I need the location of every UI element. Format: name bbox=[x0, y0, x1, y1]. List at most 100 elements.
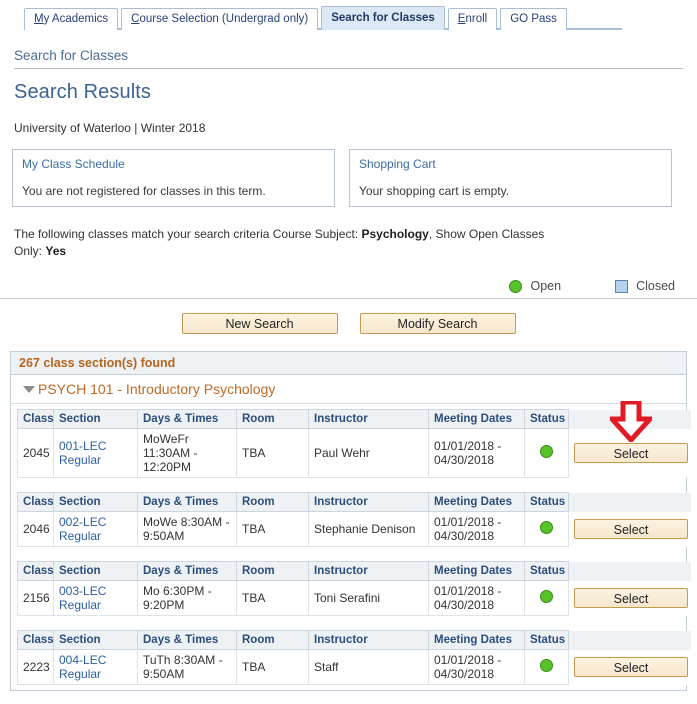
cell-days-times: Mo 6:30PM - 9:20PM bbox=[137, 580, 237, 616]
table-header-row: Class Section Days & Times Room Instructor Me… bbox=[17, 561, 691, 581]
column-header-section: Section bbox=[53, 409, 138, 429]
row-spacer bbox=[17, 547, 680, 556]
table-header-row: Class Section Days & Times Room Instructor Me… bbox=[17, 630, 691, 650]
column-header-section: Section bbox=[53, 630, 138, 650]
tab-enroll[interactable]: Enroll bbox=[447, 8, 498, 30]
status-legend: Open Closed bbox=[0, 274, 697, 298]
criteria-open-only-value: Yes bbox=[45, 244, 67, 258]
cell-room: TBA bbox=[236, 428, 309, 478]
tab-go-pass[interactable]: GO Pass bbox=[500, 8, 567, 30]
collapse-triangle-icon[interactable] bbox=[23, 385, 35, 393]
my-class-schedule-body: You are not registered for classes in th… bbox=[22, 184, 266, 198]
column-header-instructor: Instructor bbox=[308, 492, 429, 512]
shopping-cart-title[interactable]: Shopping Cart bbox=[359, 157, 662, 171]
cell-meeting-dates: 01/01/2018 - 04/30/2018 bbox=[428, 428, 525, 478]
select-button-row-2[interactable]: Select bbox=[574, 519, 688, 539]
table-row: 2046 002-LEC Regular MoWe 8:30AM - 9:50AM TB… bbox=[17, 511, 691, 547]
column-header-instructor: Instructor bbox=[308, 561, 429, 581]
open-status-icon bbox=[540, 659, 553, 672]
cell-status bbox=[524, 511, 569, 547]
section-code-link[interactable]: 003-LEC bbox=[59, 584, 106, 598]
legend-open-label: Open bbox=[530, 279, 562, 293]
select-button-row-1[interactable]: Select bbox=[574, 443, 688, 463]
breadcrumb[interactable]: Search for Classes bbox=[14, 48, 697, 63]
column-header-room: Room bbox=[236, 561, 309, 581]
cell-class-number: 2045 bbox=[17, 428, 54, 478]
column-header-meeting-dates: Meeting Dates bbox=[428, 630, 525, 650]
open-status-icon bbox=[540, 445, 553, 458]
section-table-row-3: Class Section Days & Times Room Instructor Me… bbox=[17, 561, 691, 616]
column-header-days-times: Days & Times bbox=[137, 561, 237, 581]
info-panels: My Class Schedule You are not registered… bbox=[12, 149, 697, 207]
select-button-row-3[interactable]: Select bbox=[574, 588, 688, 608]
criteria-subject-value: Psychology bbox=[361, 227, 429, 241]
column-header-status: Status bbox=[524, 492, 569, 512]
my-class-schedule-panel: My Class Schedule You are not registered… bbox=[12, 149, 335, 207]
modify-search-button[interactable]: Modify Search bbox=[359, 313, 516, 334]
column-header-section: Section bbox=[53, 561, 138, 581]
criteria-prefix: The following classes match your search … bbox=[14, 227, 359, 241]
legend-closed: Closed bbox=[615, 279, 675, 293]
cell-section[interactable]: 002-LEC Regular bbox=[53, 511, 138, 547]
column-header-class: Class bbox=[17, 561, 54, 581]
my-class-schedule-title[interactable]: My Class Schedule bbox=[22, 157, 325, 171]
cell-days-times: MoWe 8:30AM - 9:50AM bbox=[137, 511, 237, 547]
section-table-row-2: Class Section Days & Times Room Instructor Me… bbox=[17, 492, 691, 547]
tab-course-selection-undergrad-only[interactable]: Course Selection (Undergrad only) bbox=[121, 8, 319, 30]
search-action-buttons: New Search Modify Search bbox=[0, 313, 697, 334]
select-button-row-4[interactable]: Select bbox=[574, 657, 688, 677]
section-code-link[interactable]: 004-LEC bbox=[59, 653, 106, 667]
table-header-row: Class Section Days & Times Room Instructor Me… bbox=[17, 492, 691, 512]
column-header-class: Class bbox=[17, 630, 54, 650]
section-tables-wrapper: Class Section Days & Times Room Instructor Me… bbox=[11, 401, 691, 690]
shopping-cart-panel: Shopping Cart Your shopping cart is empt… bbox=[349, 149, 672, 207]
table-row: 2045 001-LEC Regular MoWeFr 11:30AM - 12:20… bbox=[17, 428, 691, 478]
column-header-class: Class bbox=[17, 409, 54, 429]
table-row: 2223 004-LEC Regular TuTh 8:30AM - 9:50AM TB… bbox=[17, 649, 691, 685]
open-status-icon bbox=[509, 279, 523, 293]
cell-room: TBA bbox=[236, 511, 309, 547]
section-type-label: Regular bbox=[59, 453, 102, 467]
cell-status bbox=[524, 649, 569, 685]
cell-section[interactable]: 003-LEC Regular bbox=[53, 580, 138, 616]
column-header-action bbox=[568, 561, 691, 581]
column-header-section: Section bbox=[53, 492, 138, 512]
column-header-action bbox=[568, 409, 691, 429]
section-code-link[interactable]: 001-LEC bbox=[59, 439, 106, 453]
cell-action: Select bbox=[568, 511, 691, 547]
closed-status-icon bbox=[615, 279, 629, 293]
cell-class-number: 2046 bbox=[17, 511, 54, 547]
page-title: Search Results bbox=[14, 81, 152, 103]
column-header-days-times: Days & Times bbox=[137, 492, 237, 512]
cell-instructor: Stephanie Denison bbox=[308, 511, 429, 547]
tab-search-for-classes[interactable]: Search for Classes bbox=[321, 6, 445, 30]
column-header-room: Room bbox=[236, 492, 309, 512]
course-group-header[interactable]: PSYCH 101 - Introductory Psychology bbox=[11, 375, 686, 404]
search-results-container: 267 class section(s) found PSYCH 101 - I… bbox=[10, 351, 691, 691]
new-search-button[interactable]: New Search bbox=[181, 313, 338, 334]
tab-my-academics[interactable]: My Academics bbox=[24, 8, 119, 30]
section-type-label: Regular bbox=[59, 529, 102, 543]
section-code-link[interactable]: 002-LEC bbox=[59, 515, 106, 529]
column-header-instructor: Instructor bbox=[308, 409, 429, 429]
cell-days-times: MoWeFr 11:30AM - 12:20PM bbox=[137, 428, 237, 478]
table-header-row: Class Section Days & Times Room Instructor Me… bbox=[17, 409, 691, 429]
course-group-title[interactable]: PSYCH 101 - Introductory Psychology bbox=[38, 381, 275, 397]
column-header-meeting-dates: Meeting Dates bbox=[428, 492, 525, 512]
cell-instructor: Toni Serafini bbox=[308, 580, 429, 616]
open-status-icon bbox=[540, 521, 553, 534]
column-header-action bbox=[568, 630, 691, 650]
legend-open: Open bbox=[509, 279, 561, 293]
header-divider bbox=[14, 68, 683, 69]
cell-section[interactable]: 004-LEC Regular bbox=[53, 649, 138, 685]
cell-section[interactable]: 001-LEC Regular bbox=[53, 428, 138, 478]
search-criteria-text: The following classes match your search … bbox=[14, 226, 574, 260]
cell-instructor: Paul Wehr bbox=[308, 428, 429, 478]
cell-room: TBA bbox=[236, 580, 309, 616]
row-spacer bbox=[17, 478, 680, 487]
cell-action: Select bbox=[568, 649, 691, 685]
cell-class-number: 2156 bbox=[17, 580, 54, 616]
row-spacer bbox=[17, 616, 680, 625]
shopping-cart-body: Your shopping cart is empty. bbox=[359, 184, 510, 198]
column-header-days-times: Days & Times bbox=[137, 630, 237, 650]
